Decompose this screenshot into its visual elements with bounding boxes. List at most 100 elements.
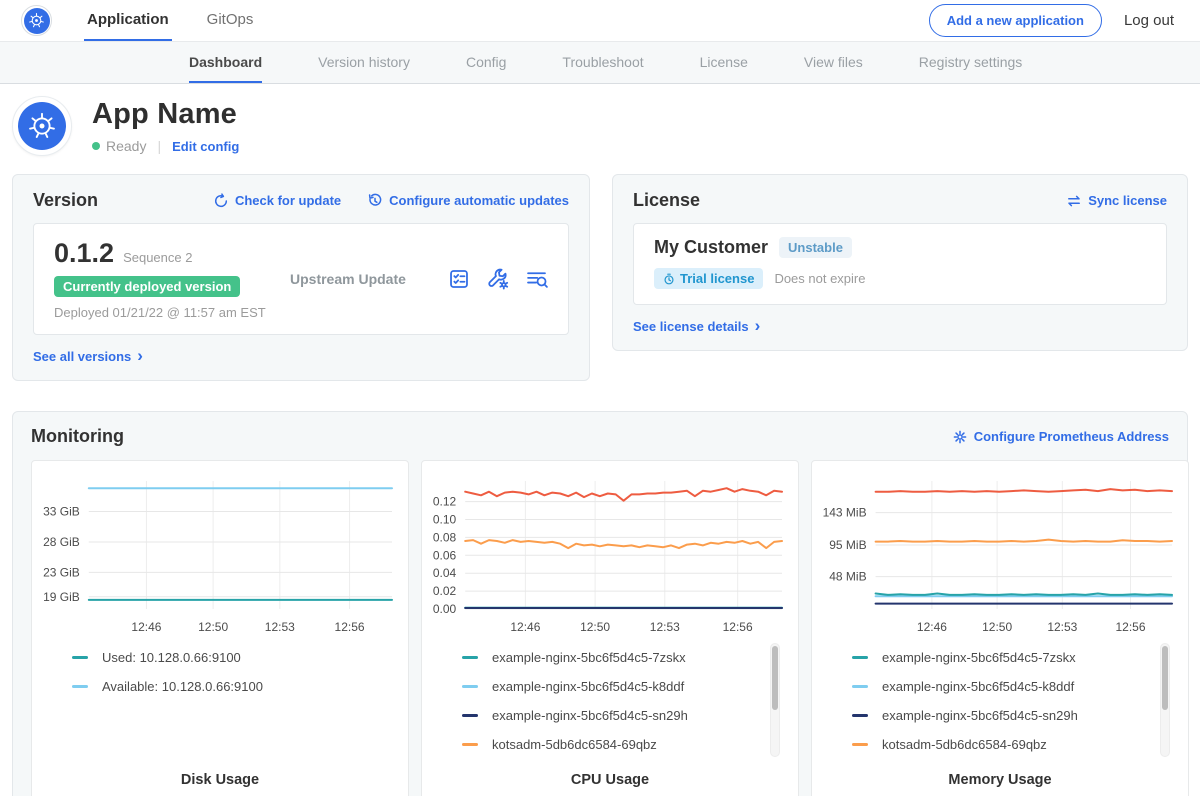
tab-dashboard[interactable]: Dashboard [189,42,262,83]
license-box: My Customer Unstable Trial license Does … [633,223,1167,305]
svg-text:95 MiB: 95 MiB [829,538,866,552]
page-title: App Name [92,98,239,131]
tab-version-history[interactable]: Version history [318,42,410,83]
tab-view-files-label: View files [804,54,863,70]
license-card-title: License [633,190,700,211]
svg-text:12:53: 12:53 [650,620,680,634]
legend-label: example-nginx-5bc6f5d4c5-sn29h [492,708,688,723]
disk-usage-plot: 12:4612:5012:5312:5619 GiB23 GiB28 GiB33… [32,473,408,637]
tab-gitops[interactable]: GitOps [204,0,257,41]
legend-scrollbar[interactable] [1160,643,1170,757]
svg-text:12:50: 12:50 [982,620,1012,634]
svg-text:0.02: 0.02 [433,584,457,598]
version-number: 0.1.2 [54,238,114,269]
legend-label: Used: 10.128.0.66:9100 [102,650,241,665]
charts-row: 12:4612:5012:5312:5619 GiB23 GiB28 GiB33… [31,460,1169,796]
svg-text:23 GiB: 23 GiB [43,565,80,579]
topnav-tabs: Application GitOps [84,0,288,41]
tab-dashboard-label: Dashboard [189,54,262,70]
tab-registry-settings[interactable]: Registry settings [919,42,1022,83]
monitoring-title: Monitoring [31,426,124,447]
app-icon-circle [18,102,66,150]
tab-config[interactable]: Config [466,42,506,83]
sync-license-label: Sync license [1088,193,1167,208]
helm-wheel-icon [27,111,57,141]
legend-scrollbar-thumb[interactable] [1162,646,1168,710]
kubernetes-logo[interactable] [21,5,52,36]
edit-config-link[interactable]: Edit config [172,139,239,154]
tab-application-label: Application [87,11,169,28]
svg-text:0.00: 0.00 [433,602,457,616]
tab-license[interactable]: License [700,42,748,83]
legend-item: kotsadm-5db6dc6584-69qbz [852,730,1188,759]
see-license-details-label: See license details [633,319,749,334]
legend-item: example-nginx-5bc6f5d4c5-7zskx [852,643,1188,672]
svg-text:0.12: 0.12 [433,495,457,509]
cpu-usage-chart-card: 12:4612:5012:5312:560.000.020.040.060.08… [421,460,799,796]
legend-label: example-nginx-5bc6f5d4c5-k8ddf [492,679,684,694]
sync-arrows-icon [1066,193,1082,209]
legend-label: example-nginx-5bc6f5d4c5-sn29h [882,708,1078,723]
currently-deployed-badge: Currently deployed version [54,276,240,297]
legend-label: example-nginx-5bc6f5d4c5-k8ddf [882,679,1074,694]
legend-label: kotsadm-5db6dc6584-69qbz [882,737,1047,752]
svg-text:143 MiB: 143 MiB [823,506,867,520]
legend-color-dash [852,656,868,659]
svg-text:28 GiB: 28 GiB [43,535,80,549]
legend-color-dash [852,743,868,746]
legend-scrollbar-thumb[interactable] [772,646,778,710]
svg-text:12:50: 12:50 [198,620,228,634]
chart-title: CPU Usage [422,772,798,788]
tab-application[interactable]: Application [84,0,172,41]
view-diff-icon[interactable] [526,268,548,290]
tab-gitops-label: GitOps [207,11,254,28]
tab-config-label: Config [466,54,506,70]
app-icon [12,96,72,156]
preflight-checklist-icon[interactable] [448,268,470,290]
legend-color-dash [462,743,478,746]
svg-text:12:46: 12:46 [131,620,161,634]
legend-item: Available: 10.128.0.66:9100 [72,672,408,701]
configure-automatic-updates-link[interactable]: Configure automatic updates [367,193,569,209]
legend-item: kotsadm-5db6dc6584-69qbz [462,730,798,759]
legend-color-dash [72,656,88,659]
tab-license-label: License [700,54,748,70]
tab-registry-settings-label: Registry settings [919,54,1022,70]
update-type-label: Upstream Update [286,271,448,287]
svg-text:12:53: 12:53 [1047,620,1077,634]
cpu-usage-legend: example-nginx-5bc6f5d4c5-7zskx example-ng… [422,643,798,761]
config-wrench-icon[interactable] [487,268,509,290]
configure-prometheus-link[interactable]: Configure Prometheus Address [952,429,1169,445]
trial-license-label: Trial license [680,271,754,286]
update-schedule-icon [367,193,383,209]
legend-item: example-nginx-5bc6f5d4c5-sn29h [852,701,1188,730]
app-sub-nav: Dashboard Version history Config Trouble… [0,42,1200,84]
logout-button[interactable]: Log out [1124,12,1174,29]
legend-label: example-nginx-5bc6f5d4c5-7zskx [492,650,686,665]
legend-scrollbar[interactable] [770,643,780,757]
divider: | [157,138,161,154]
svg-text:12:56: 12:56 [335,620,365,634]
top-nav: Application GitOps Add a new application… [0,0,1200,42]
legend-item: example-nginx-5bc6f5d4c5-k8ddf [852,672,1188,701]
tab-troubleshoot[interactable]: Troubleshoot [562,42,643,83]
helm-wheel-icon [28,12,45,29]
cpu-usage-plot: 12:4612:5012:5312:560.000.020.040.060.08… [422,473,798,637]
see-license-details-link[interactable]: See license details › [633,319,760,334]
memory-usage-plot: 12:4612:5012:5312:5648 MiB95 MiB143 MiB [812,473,1188,637]
app-header: App Name Ready | Edit config [0,84,1200,170]
svg-text:12:53: 12:53 [265,620,295,634]
svg-text:33 GiB: 33 GiB [43,504,80,518]
chart-title: Memory Usage [812,772,1188,788]
svg-text:0.10: 0.10 [433,512,457,526]
trial-license-badge: Trial license [654,268,763,289]
see-all-versions-link[interactable]: See all versions › [33,349,143,364]
memory-usage-chart-card: 12:4612:5012:5312:5648 MiB95 MiB143 MiB … [811,460,1189,796]
check-for-update-link[interactable]: Check for update [213,193,341,209]
disk-usage-chart-card: 12:4612:5012:5312:5619 GiB23 GiB28 GiB33… [31,460,409,796]
channel-badge: Unstable [779,237,852,258]
svg-text:12:46: 12:46 [510,620,540,634]
tab-view-files[interactable]: View files [804,42,863,83]
add-application-button[interactable]: Add a new application [929,4,1102,37]
sync-license-link[interactable]: Sync license [1066,193,1167,209]
